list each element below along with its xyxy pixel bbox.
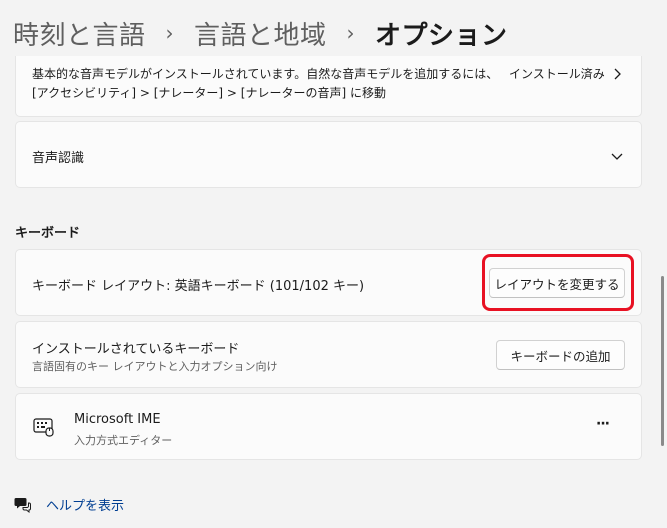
voice-model-description-line1: 基本的な音声モデルがインストールされています。自然な音声モデルを追加するには、 bbox=[32, 67, 499, 81]
keyboard-layout-label: キーボード レイアウト: 英語キーボード (101/102 キー) bbox=[32, 279, 365, 294]
help-icon bbox=[14, 495, 32, 514]
voice-model-card[interactable]: 基本的な音声モデルがインストールされています。自然な音声モデルを追加するには、 … bbox=[15, 56, 642, 117]
installed-keyboards-title: インストールされているキーボード bbox=[32, 342, 240, 357]
ime-name: Microsoft IME bbox=[74, 412, 161, 427]
voice-model-status: インストール済み bbox=[509, 67, 605, 81]
help-link[interactable]: ヘルプを表示 bbox=[46, 495, 124, 514]
keyboard-section-header: キーボード bbox=[15, 226, 81, 241]
help-section: ヘルプを表示 bbox=[14, 494, 124, 514]
chevron-right-icon bbox=[610, 67, 624, 81]
speech-recognition-label: 音声認識 bbox=[32, 151, 85, 166]
more-options-icon[interactable]: ··· bbox=[596, 416, 610, 432]
chevron-down-icon[interactable] bbox=[610, 149, 624, 163]
breadcrumb-time-language[interactable]: 時刻と言語 bbox=[13, 15, 146, 52]
installed-keyboards-subtitle: 言語固有のキー レイアウトと入力オプション向け bbox=[32, 360, 278, 373]
breadcrumb: 時刻と言語 › 言語と地域 › オプション bbox=[13, 12, 508, 54]
voice-model-description-line2: [アクセシビリティ] > [ナレーター] > [ナレーターの音声] に移動 bbox=[32, 86, 386, 100]
speech-recognition-card[interactable]: 音声認識 bbox=[15, 121, 642, 188]
keyboard-icon bbox=[33, 416, 55, 438]
page-title: オプション bbox=[375, 20, 508, 51]
installed-keyboards-card: インストールされているキーボード 言語固有のキー レイアウトと入力オプション向け… bbox=[15, 321, 642, 388]
add-keyboard-button[interactable]: キーボードの追加 bbox=[496, 340, 625, 370]
breadcrumb-language-region[interactable]: 言語と地域 bbox=[194, 15, 327, 52]
breadcrumb-separator-icon: › bbox=[346, 21, 356, 45]
options-page: 時刻と言語 › 言語と地域 › オプション 基本的な音声モデルがインストールされ… bbox=[0, 0, 667, 528]
microsoft-ime-card[interactable]: Microsoft IME 入力方式エディター ··· bbox=[15, 393, 642, 460]
scrollbar[interactable] bbox=[661, 276, 664, 446]
change-layout-button[interactable]: レイアウトを変更する bbox=[489, 268, 625, 298]
breadcrumb-separator-icon: › bbox=[165, 21, 175, 45]
keyboard-layout-card: キーボード レイアウト: 英語キーボード (101/102 キー) レイアウトを… bbox=[15, 249, 642, 316]
ime-subtitle: 入力方式エディター bbox=[74, 434, 173, 447]
